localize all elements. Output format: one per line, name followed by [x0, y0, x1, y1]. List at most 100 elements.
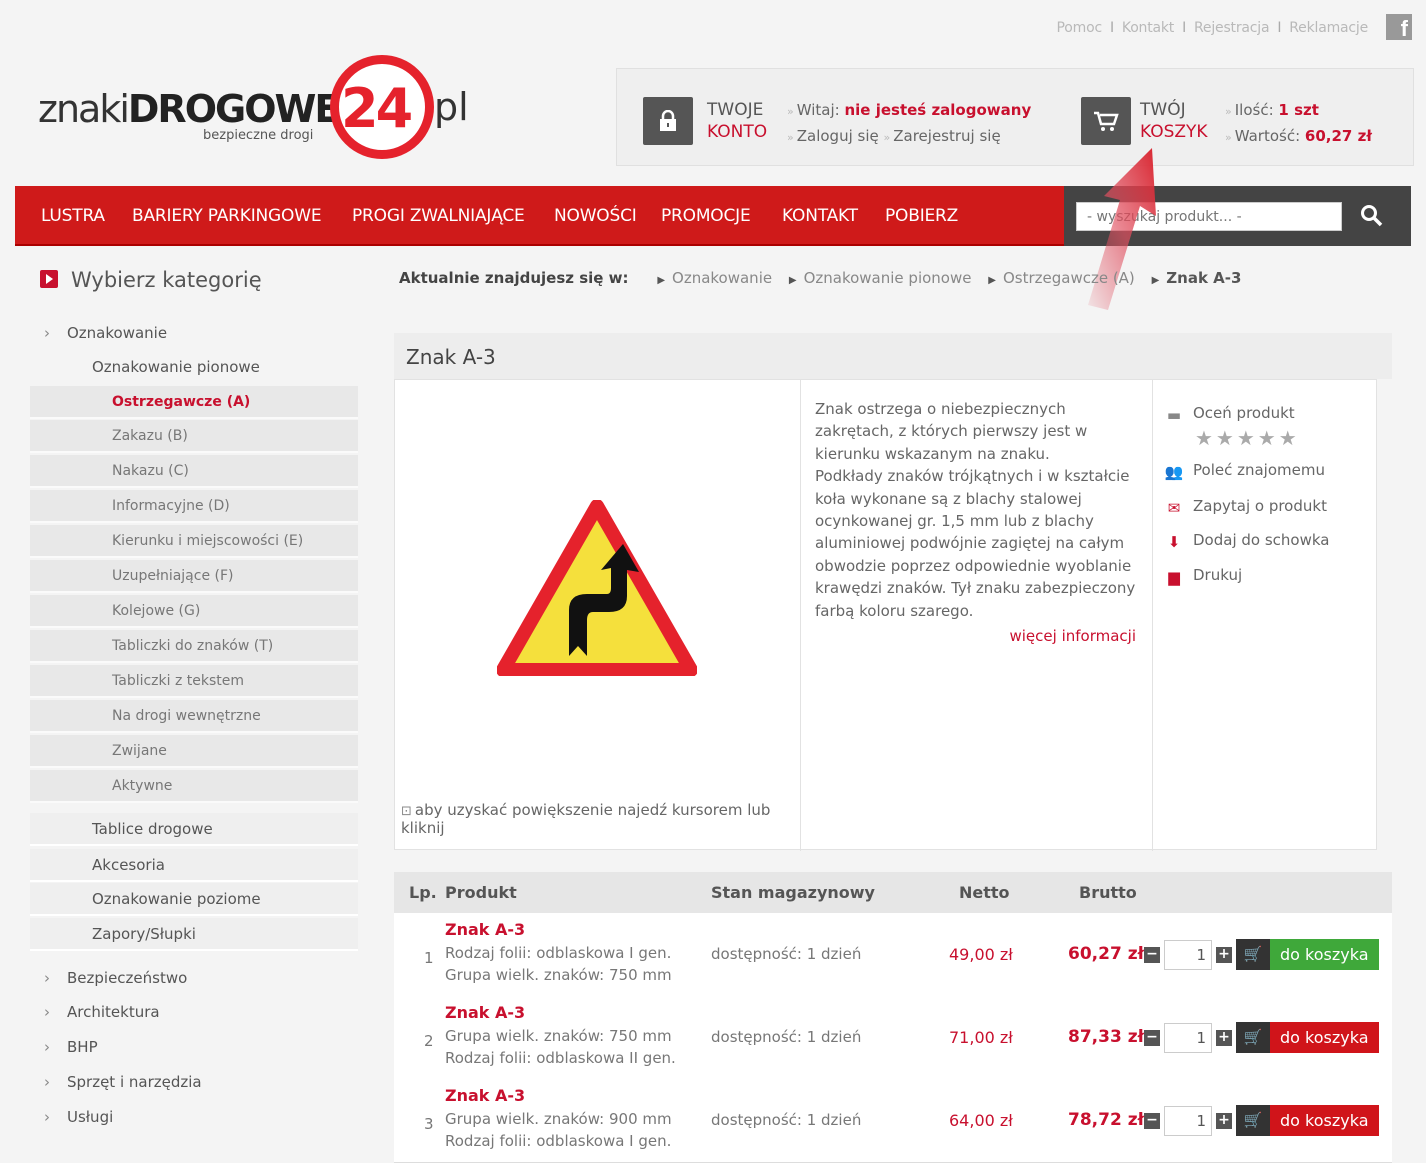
sidebar-item-akcesoria[interactable]: Akcesoria [30, 849, 358, 882]
sidebar-item-tabliczki-z-tekstem[interactable]: Tabliczki z tekstem [30, 665, 358, 698]
qty-plus-button[interactable]: + [1216, 1113, 1232, 1129]
sidebar-item-na-drogi-wewnetrzne[interactable]: Na drogi wewnętrzne [30, 700, 358, 733]
printer-icon: ▆ [1168, 567, 1180, 586]
logo[interactable]: znakiDROGOWE bezpieczne drogi 24 pl [38, 55, 478, 165]
nav-promotions[interactable]: PROMOCJE [661, 206, 751, 226]
sidebar-item-oznakowanie-poziome[interactable]: Oznakowanie poziome [30, 883, 358, 916]
add-to-cart-button[interactable]: 🛒 do koszyka [1236, 1105, 1379, 1136]
nav-parking-barriers[interactable]: BARIERY PARKINGOWE [132, 206, 322, 226]
qty-input[interactable] [1164, 940, 1212, 970]
signup-link[interactable]: Zarejestruj się [893, 127, 1000, 145]
lock-icon[interactable] [643, 97, 693, 145]
row-netto: 64,00 zł [949, 1111, 1013, 1130]
sidebar-item-tablice-drogowe[interactable]: Tablice drogowe [30, 813, 358, 846]
row-detail: Rodzaj folii: odblaskowa I gen. [445, 1132, 672, 1150]
product-actions: ▬ Oceń produkt ★★★★★ 👥 Poleć znajomemu ✉ Za… [1153, 380, 1378, 851]
sidebar-item-zwijane[interactable]: Zwijane [30, 735, 358, 768]
row-product-name[interactable]: Znak A-3 [445, 1086, 525, 1105]
recommend-product[interactable]: 👥 Poleć znajomemu [1163, 461, 1325, 481]
sidebar-item-kolejowe[interactable]: Kolejowe (G) [30, 595, 358, 628]
help-link[interactable]: Pomoc [1057, 20, 1103, 36]
rating-stars[interactable]: ★★★★★ [1195, 426, 1300, 450]
more-info-link[interactable]: więcej informacji [1010, 627, 1137, 645]
qty-input[interactable] [1164, 1106, 1212, 1136]
qty-plus-button[interactable]: + [1216, 947, 1232, 963]
download-icon: ⬇ [1167, 532, 1181, 551]
product-image[interactable] [497, 500, 697, 676]
facebook-icon[interactable]: f [1386, 14, 1412, 41]
row-product-name[interactable]: Znak A-3 [445, 920, 525, 939]
sidebar-item-informacyjne[interactable]: Informacyjne (D) [30, 490, 358, 523]
row-detail: Rodzaj folii: odblaskowa I gen. [445, 944, 672, 962]
add-to-wishlist[interactable]: ⬇ Dodaj do schowka [1163, 531, 1330, 551]
top-links: Pomoc I Kontakt I Rejestracja I Reklamacje [1056, 20, 1369, 36]
sidebar-item-kierunku[interactable]: Kierunku i miejscowości (E) [30, 525, 358, 558]
table-row: 2 Znak A-3 Grupa wielk. znaków: 750 mm Rodz… [394, 996, 1392, 1080]
sidebar-item-ostrzegawcze[interactable]: Ostrzegawcze (A) [30, 386, 358, 419]
row-brutto: 87,33 zł [1068, 1027, 1144, 1047]
row-detail: Rodzaj folii: odblaskowa II gen. [445, 1049, 676, 1067]
product-description-cell: Znak ostrzega o niebezpiecznych zakrętac… [801, 380, 1153, 851]
col-lp: Lp. [409, 883, 437, 902]
cart-icon: 🛒 [1236, 939, 1270, 970]
add-to-cart-button[interactable]: 🛒 do koszyka [1236, 1022, 1379, 1053]
print-product[interactable]: ▆ Drukuj [1163, 566, 1242, 586]
row-detail: Grupa wielk. znaków: 750 mm [445, 966, 672, 984]
sidebar-item-architektura[interactable]: Architektura [30, 996, 358, 1029]
account-title[interactable]: TWOJE KONTO [707, 99, 767, 143]
nav-download[interactable]: POBIERZ [885, 206, 958, 226]
qty-plus-button[interactable]: + [1216, 1030, 1232, 1046]
row-brutto: 78,72 zł [1068, 1110, 1144, 1130]
nav-new[interactable]: NOWOŚCI [554, 206, 637, 226]
sidebar-item-aktywne[interactable]: Aktywne [30, 770, 358, 803]
cart-value: 60,27 zł [1304, 127, 1372, 145]
sidebar-item-zakazu[interactable]: Zakazu (B) [30, 420, 358, 453]
cart-icon[interactable] [1081, 97, 1131, 145]
qty-minus-button[interactable]: − [1144, 1113, 1160, 1129]
sidebar-item-sprzet-i-narzedzia[interactable]: Sprzęt i narzędzia [30, 1066, 358, 1099]
sidebar-item-oznakowanie-pionowe[interactable]: Oznakowanie pionowe [30, 351, 358, 384]
sidebar-item-tabliczki-do-znakow[interactable]: Tabliczki do znaków (T) [30, 630, 358, 663]
col-stock: Stan magazynowy [711, 883, 875, 902]
row-stock: dostępność: 1 dzień [711, 1028, 862, 1046]
qty-input[interactable] [1164, 1023, 1212, 1053]
col-product: Produkt [445, 883, 517, 902]
complaints-link[interactable]: Reklamacje [1289, 20, 1368, 36]
ask-about-product[interactable]: ✉ Zapytaj o produkt [1163, 497, 1327, 517]
qty-minus-button[interactable]: − [1144, 1030, 1160, 1046]
contact-link[interactable]: Kontakt [1122, 20, 1174, 36]
rate-product[interactable]: ▬ Oceń produkt [1163, 404, 1295, 424]
breadcrumb-item[interactable]: Oznakowanie pionowe [804, 269, 972, 287]
login-link[interactable]: Zaloguj się [797, 127, 879, 145]
row-number: 2 [424, 1032, 434, 1050]
sidebar-item-uslugi[interactable]: Usługi [30, 1101, 358, 1134]
sidebar-item-oznakowanie[interactable]: Oznakowanie [30, 317, 358, 350]
category-bullet-icon [40, 270, 58, 288]
product-box: ⊡ aby uzyskać powiększenie najedź kursore… [394, 379, 1378, 851]
qty-minus-button[interactable]: − [1144, 947, 1160, 963]
sidebar-item-uzupelniajace[interactable]: Uzupełniające (F) [30, 560, 358, 593]
breadcrumb-item[interactable]: Ostrzegawcze (A) [1003, 269, 1135, 287]
sidebar-item-zapory-slupki[interactable]: Zapory/Słupki [30, 918, 358, 951]
search-icon[interactable] [1359, 203, 1385, 229]
sidebar-item-bezpieczenstwo[interactable]: Bezpieczeństwo [30, 962, 358, 995]
cart-icon: 🛒 [1236, 1105, 1270, 1136]
product-title: Znak A-3 [394, 333, 1392, 379]
product-image-cell: ⊡ aby uzyskać powiększenie najedź kursore… [395, 380, 801, 851]
row-detail: Grupa wielk. znaków: 750 mm [445, 1027, 672, 1045]
cart-title[interactable]: TWÓJ KOSZYK [1140, 99, 1208, 143]
add-to-cart-button[interactable]: 🛒 do koszyka [1236, 939, 1379, 970]
cart-qty: 1 szt [1278, 101, 1319, 119]
nav-contact[interactable]: KONTAKT [782, 206, 858, 226]
nav-speed-bumps[interactable]: PROGI ZWALNIAJĄCE [352, 206, 525, 226]
breadcrumb-current: Znak A-3 [1166, 269, 1242, 287]
rate-icon: ▬ [1166, 405, 1182, 424]
user-panel: TWOJE KONTO » Witaj: nie jesteś zalogowany… [616, 68, 1414, 166]
category-header: Wybierz kategorię [40, 268, 262, 292]
sidebar-item-nakazu[interactable]: Nakazu (C) [30, 455, 358, 488]
nav-mirrors[interactable]: LUSTRA [41, 206, 105, 226]
row-product-name[interactable]: Znak A-3 [445, 1003, 525, 1022]
register-link[interactable]: Rejestracja [1194, 20, 1270, 36]
breadcrumb-item[interactable]: Oznakowanie [672, 269, 772, 287]
sidebar-item-bhp[interactable]: BHP [30, 1031, 358, 1064]
